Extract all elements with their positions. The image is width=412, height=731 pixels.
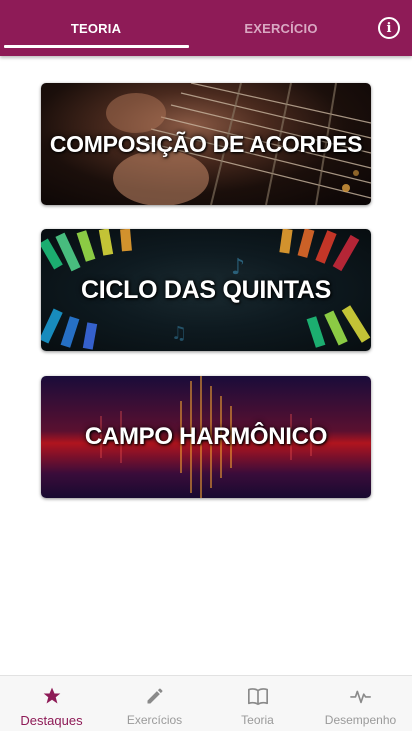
pencil-icon [144, 685, 166, 707]
card-ciclo-das-quintas[interactable]: ♪ ♫ CICLO DAS QUINTAS [41, 229, 371, 351]
svg-text:♫: ♫ [171, 323, 187, 344]
active-tab-indicator [4, 45, 189, 48]
card-composicao-de-acordes[interactable]: COMPOSIÇÃO DE ACORDES [41, 83, 371, 205]
pulse-icon [349, 685, 372, 707]
book-icon [247, 685, 269, 707]
card-campo-harmonico[interactable]: CAMPO HARMÔNICO [41, 376, 371, 498]
nav-item-exercicios[interactable]: Exercícios [103, 676, 206, 731]
nav-label: Exercícios [126, 713, 183, 727]
app-screen: TEORIA EXERCÍCIO i COMPOSIÇÃO DE ACORDES… [0, 0, 412, 731]
nav-item-desempenho[interactable]: Desempenho [309, 676, 412, 731]
top-tab-bar: TEORIA EXERCÍCIO i [0, 0, 412, 56]
card-title: COMPOSIÇÃO DE ACORDES [49, 130, 363, 157]
nav-label: Destaques [20, 713, 83, 728]
card-title: CICLO DAS QUINTAS [81, 275, 331, 304]
nav-label: Teoria [241, 713, 274, 727]
nav-label: Desempenho [324, 713, 397, 727]
tab-exercicio[interactable]: EXERCÍCIO [186, 0, 376, 56]
star-icon [41, 685, 63, 707]
info-icon[interactable]: i [378, 17, 400, 39]
nav-item-teoria[interactable]: Teoria [206, 676, 309, 731]
nav-item-destaques[interactable]: Destaques [0, 676, 103, 731]
bottom-navigation: Destaques Exercícios Teoria Desempenho [0, 675, 412, 731]
card-title: CAMPO HARMÔNICO [84, 423, 328, 450]
